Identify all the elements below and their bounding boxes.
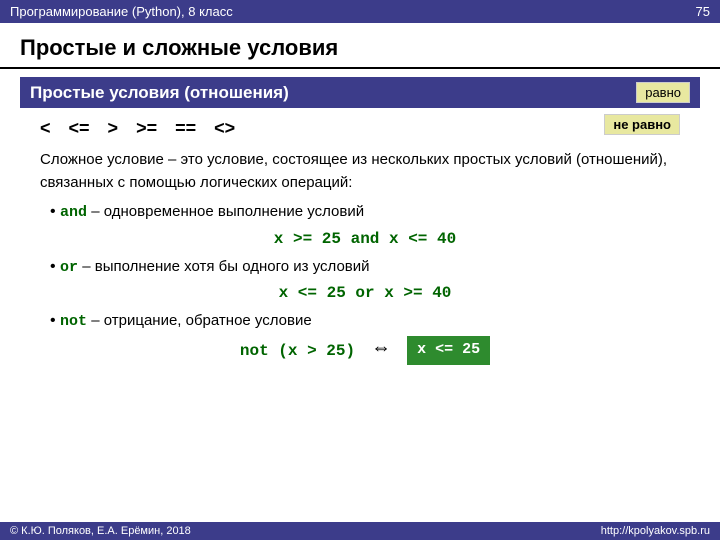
op-ne: <> (214, 118, 235, 139)
or-text: – выполнение хотя бы одного из условий (82, 258, 369, 275)
tag-neravno: не равно (604, 114, 680, 135)
list-item-and: and – одновременное выполнение условий x… (40, 200, 680, 251)
tag-x: x <= 25 (407, 336, 490, 365)
bullet-list: and – одновременное выполнение условий x… (20, 198, 700, 372)
operators-row: < <= > >= == <> не равно (20, 112, 700, 145)
top-bar: Программирование (Python), 8 класс 75 (0, 0, 720, 23)
arrow-symbol: ⇔ (375, 336, 387, 366)
copyright: © К.Ю. Поляков, Е.А. Ерёмин, 2018 (10, 525, 191, 537)
op-le: <= (69, 118, 90, 139)
section-header: Простые условия (отношения) равно (20, 77, 700, 108)
keyword-and: and (60, 204, 87, 221)
list-item-or: or – выполнение хотя бы одного из услови… (40, 255, 680, 306)
not-text: – отрицание, обратное условие (91, 312, 311, 329)
url: http://kpolyakov.spb.ru (601, 525, 710, 537)
tag-ravno: равно (636, 82, 690, 103)
bottom-bar: © К.Ю. Поляков, Е.А. Ерёмин, 2018 http:/… (0, 522, 720, 540)
code-or: x <= 25 or x >= 40 (50, 281, 680, 305)
list-item-not: not – отрицание, обратное условие not (x… (40, 309, 680, 366)
code-not: not (x > 25) ⇔ x <= 25 (50, 336, 680, 366)
keyword-not: not (60, 313, 87, 330)
section-label: Простые условия (отношения) (30, 83, 289, 103)
op-gt: > (108, 118, 119, 139)
code-and: x >= 25 and x <= 40 (50, 227, 680, 251)
slide-number: 75 (696, 4, 710, 19)
op-eq: == (175, 118, 196, 139)
keyword-or: or (60, 259, 78, 276)
op-lt: < (40, 118, 51, 139)
course-title: Программирование (Python), 8 класс (10, 4, 233, 19)
slide-title: Простые и сложные условия (0, 23, 720, 69)
op-ge: >= (136, 118, 157, 139)
description: Сложное условие – это условие, состоящее… (20, 145, 700, 198)
and-text: – одновременное выполнение условий (91, 203, 364, 220)
